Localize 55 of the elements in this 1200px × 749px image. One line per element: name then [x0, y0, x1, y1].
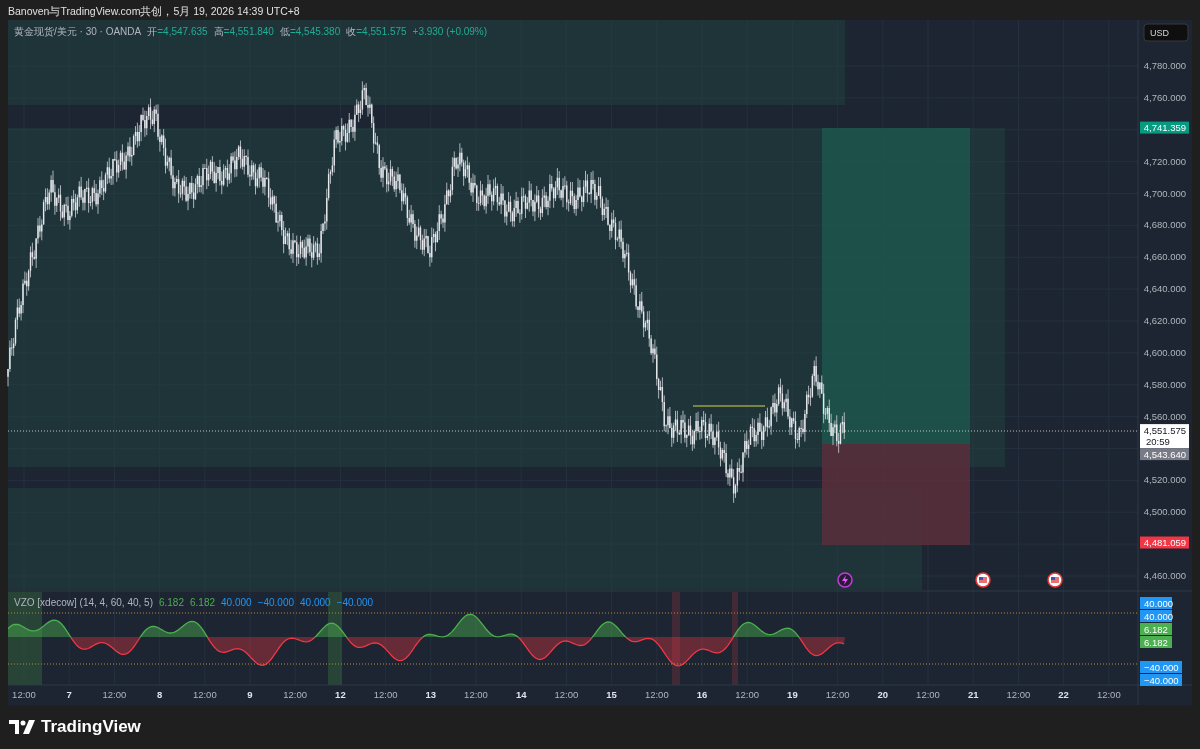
time-label: 12:00 [825, 689, 850, 700]
indicator-tag: −40.000 [1140, 674, 1182, 686]
time-label: 13 [425, 689, 437, 700]
flag-event-icon[interactable] [1047, 572, 1063, 588]
price-label: 4,640.000 [1143, 283, 1186, 295]
price-label: 4,620.000 [1143, 315, 1186, 327]
time-label: 12:00 [644, 689, 669, 700]
time-label: 12:00 [464, 689, 488, 700]
time-label: 15 [606, 689, 617, 700]
time-label: 12:00 [1006, 689, 1031, 700]
indicator-tag: 6.182 [1140, 623, 1172, 635]
time-label: 12:00 [916, 689, 940, 700]
price-label: 4,520.000 [1143, 474, 1186, 486]
price-label: 4,580.000 [1143, 378, 1186, 390]
price-label: 4,780.000 [1143, 60, 1186, 71]
price-label: 4,700.000 [1143, 187, 1186, 199]
flash-event-icon[interactable] [837, 572, 853, 588]
time-label: 12:00 [554, 689, 579, 700]
time-label: 14 [515, 689, 527, 700]
price-tag: 4,543.640 [1140, 448, 1189, 461]
time-label: 19 [787, 689, 798, 700]
price-tag: 4,551.575 20:59 [1140, 424, 1189, 449]
time-label: 16 [696, 689, 708, 700]
price-label: 4,680.000 [1143, 219, 1186, 231]
time-label: 12:00 [192, 689, 217, 700]
chart-legend: 黄金现货/美元 · 30 · OANDA 开=4,547.635 高=4,551.840 低=4,545.380 收=4,551.575 +3.930 (+0.09%) [14, 26, 488, 37]
chart-caption: Banoven与TradingView.com共创，5月 19, 2026 14:39 UTC+8 [7, 4, 301, 19]
price-label: 4,600.000 [1143, 346, 1186, 358]
logo-icon [9, 720, 35, 734]
time-label: 9 [247, 689, 253, 700]
price-label: 4,460.000 [1143, 570, 1186, 582]
time-label: 12:00 [735, 689, 760, 700]
price-label: 4,560.000 [1143, 410, 1186, 422]
time-label: 12:00 [373, 689, 398, 700]
time-label: 12:00 [283, 689, 308, 700]
time-label: 7 [66, 689, 72, 700]
time-label: 20 [877, 689, 889, 700]
price-label: 4,660.000 [1143, 251, 1186, 263]
price-label: 4,760.000 [1143, 91, 1186, 103]
flag-event-icon[interactable] [975, 572, 991, 588]
level-line[interactable] [692, 405, 766, 407]
price-label: 4,500.000 [1143, 506, 1186, 518]
time-label: 21 [967, 689, 979, 700]
time-label: 12 [335, 689, 346, 700]
time-label: 8 [156, 689, 163, 700]
currency-button[interactable]: USD [1143, 23, 1189, 42]
logo-text: TradingView [41, 717, 141, 737]
time-label: 12:00 [1096, 689, 1121, 700]
price-label: 4,720.000 [1143, 155, 1186, 167]
indicator-tag: 6.182 [1140, 636, 1172, 648]
time-label: 12:00 [102, 689, 127, 700]
time-label: 22 [1058, 689, 1069, 700]
time-label: 12:00 [12, 689, 36, 700]
indicator-tag: −40.000 [1140, 661, 1182, 673]
indicator-legend: VZO [xdecow] (14, 4, 60, 40, 5) 6.182 6.182 40.000 −40.000 40.000 −40.000 [14, 597, 374, 608]
